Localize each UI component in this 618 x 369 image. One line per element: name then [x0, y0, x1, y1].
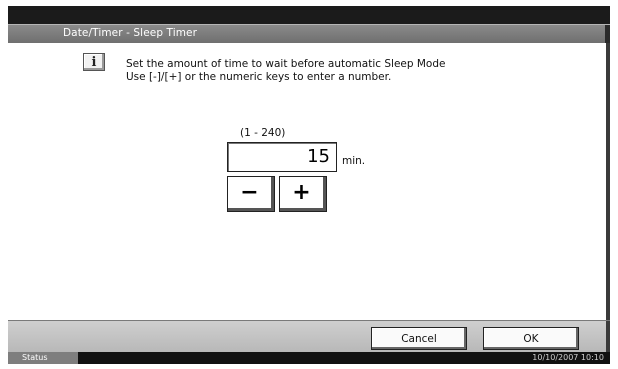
- sleep-timer-value: 15: [307, 146, 330, 167]
- minus-icon: −: [240, 180, 259, 205]
- unit-label: min.: [342, 155, 366, 167]
- date-time-display: 10/10/2007 10:10: [532, 353, 604, 362]
- decrement-button[interactable]: −: [227, 176, 275, 212]
- panel-edge: [606, 43, 610, 320]
- plus-icon: +: [292, 180, 311, 205]
- range-label: (1 - 240): [240, 127, 286, 139]
- ok-button[interactable]: OK: [483, 327, 579, 350]
- status-button[interactable]: Status: [8, 352, 78, 364]
- instruction-line-2: Use [-]/[+] or the numeric keys to enter…: [126, 71, 392, 83]
- sleep-timer-value-field[interactable]: 15: [227, 142, 337, 172]
- title-bar-edge: [605, 25, 610, 43]
- title-bar: Date/Timer - Sleep Timer: [8, 24, 610, 43]
- main-panel: i Set the amount of time to wait before …: [8, 43, 610, 320]
- footer-edge: [606, 321, 610, 352]
- instruction-line-1: Set the amount of time to wait before au…: [126, 58, 446, 70]
- footer-bar: Cancel OK: [8, 320, 610, 352]
- window-title: Date/Timer - Sleep Timer: [63, 27, 198, 39]
- cancel-button[interactable]: Cancel: [371, 327, 467, 350]
- increment-button[interactable]: +: [279, 176, 327, 212]
- status-bar: Status 10/10/2007 10:10: [8, 352, 610, 364]
- info-icon: i: [83, 53, 105, 71]
